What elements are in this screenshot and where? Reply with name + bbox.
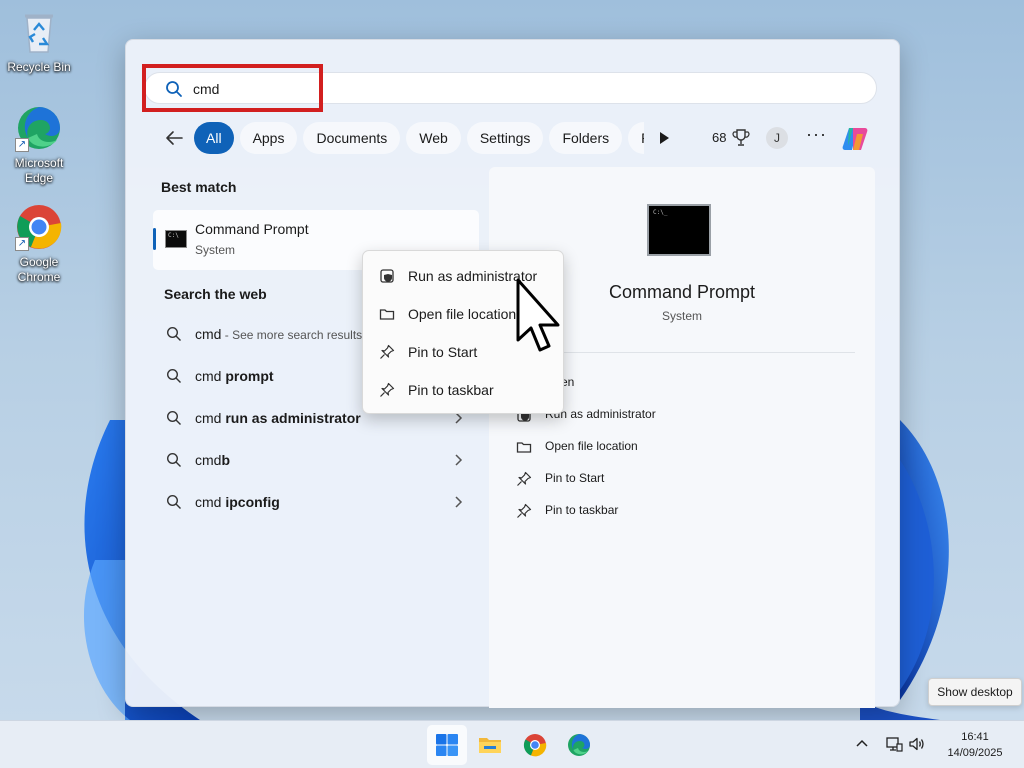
desktop-icon-google-chrome[interactable]: ↗ Google Chrome — [3, 203, 75, 285]
context-item-run-as-administrator[interactable]: Run as administrator — [367, 259, 561, 293]
more-options-icon[interactable]: ··· — [806, 124, 827, 145]
context-item-pin-to-start[interactable]: Pin to Start — [367, 335, 561, 369]
rewards-trophy-icon[interactable] — [732, 128, 750, 148]
chevron-right-icon — [455, 454, 463, 466]
rewards-points: 68 — [712, 130, 727, 145]
clock-time: 16:41 — [961, 731, 989, 743]
recycle-bin-icon — [15, 8, 63, 56]
recycle-bin-label: Recycle Bin — [7, 60, 71, 74]
context-menu: Run as administrator Open file location … — [362, 250, 564, 414]
web-result-text: cmd — [195, 410, 226, 426]
taskbar-edge[interactable] — [559, 725, 599, 765]
network-icon[interactable] — [885, 735, 903, 753]
preview-action-pin-to-taskbar[interactable]: Pin to taskbar — [516, 500, 816, 522]
pin-icon — [517, 503, 532, 518]
back-arrow-icon[interactable] — [162, 126, 186, 150]
search-the-web-heading: Search the web — [164, 286, 267, 302]
show-desktop-tooltip: Show desktop — [928, 678, 1022, 706]
avatar[interactable]: J — [766, 127, 788, 149]
taskbar-chrome[interactable] — [515, 725, 555, 765]
chevron-right-icon — [455, 496, 463, 508]
web-result-suggestion: prompt — [225, 368, 274, 384]
tab-documents[interactable]: Documents — [303, 122, 401, 154]
command-prompt-large-icon: C:\_ — [647, 204, 711, 256]
chrome-icon: ↗ — [15, 203, 63, 251]
selection-indicator — [153, 228, 156, 250]
web-result-text: cmd — [195, 368, 226, 384]
search-icon — [166, 368, 181, 383]
start-button[interactable] — [427, 725, 467, 765]
clock-date: 14/09/2025 — [947, 747, 1003, 759]
search-icon — [166, 452, 181, 467]
tab-web[interactable]: Web — [406, 122, 461, 154]
preview-action-open-file-location[interactable]: Open file location — [516, 436, 816, 458]
search-box[interactable] — [144, 72, 877, 104]
file-explorer-icon — [479, 738, 501, 753]
search-icon — [166, 326, 181, 341]
search-icon — [166, 494, 181, 509]
web-result-item[interactable]: cmd ipconfig — [166, 491, 466, 515]
best-match-subtitle: System — [195, 243, 236, 257]
desktop-icon-microsoft-edge[interactable]: ↗ Microsoft Edge — [3, 104, 75, 186]
taskbar-clock[interactable]: 16:41 14/09/2025 — [935, 729, 1015, 761]
context-item-label: Open file location — [408, 306, 517, 322]
tab-settings[interactable]: Settings — [466, 122, 544, 154]
google-chrome-label: Google Chrome — [17, 255, 61, 284]
web-result-text: cmd — [195, 494, 226, 510]
microsoft-edge-label: Microsoft Edge — [14, 156, 64, 185]
web-result-suggestion: b — [221, 452, 231, 468]
tab-folders[interactable]: Folders — [549, 122, 623, 154]
filter-row: AllAppsDocumentsWebSettingsFolders Pho 68… — [156, 122, 876, 154]
search-icon — [166, 81, 182, 97]
best-match-heading: Best match — [161, 179, 237, 195]
context-item-label: Run as administrator — [408, 268, 538, 284]
best-match-title: Command Prompt — [195, 221, 309, 237]
context-item-pin-to-taskbar[interactable]: Pin to taskbar — [367, 373, 561, 407]
filter-tabs: AllAppsDocumentsWebSettingsFolders Pho — [194, 122, 644, 154]
shield-icon — [380, 269, 394, 283]
search-icon — [166, 410, 181, 425]
shortcut-arrow-icon: ↗ — [15, 138, 29, 152]
copilot-icon[interactable] — [840, 124, 870, 154]
context-item-label: Pin to Start — [408, 344, 478, 360]
windows-logo-icon — [436, 734, 458, 756]
command-prompt-icon: C:\ — [165, 230, 187, 248]
folder-icon — [516, 442, 532, 453]
desktop-icon-recycle-bin[interactable]: Recycle Bin — [3, 8, 75, 75]
preview-action-label: Pin to Start — [545, 471, 605, 485]
preview-action-label: Open file location — [545, 439, 638, 453]
preview-action-label: Pin to taskbar — [545, 503, 619, 517]
web-result-suggestion: ipconfig — [225, 494, 280, 510]
web-result-item[interactable]: cmdb — [166, 449, 466, 473]
folder-icon — [379, 309, 395, 320]
tab-photos[interactable]: Pho — [628, 122, 644, 154]
context-item-label: Pin to taskbar — [408, 382, 494, 398]
preview-action-pin-to-start[interactable]: Pin to Start — [516, 468, 816, 490]
web-result-hint: - See more search results — [221, 328, 363, 342]
pin-icon — [517, 471, 532, 486]
search-input[interactable] — [193, 77, 693, 101]
chevron-up-icon[interactable] — [853, 735, 871, 753]
edge-icon — [568, 734, 590, 756]
pin-icon — [380, 382, 395, 397]
scroll-tabs-right-icon[interactable] — [656, 130, 672, 146]
context-item-open-file-location[interactable]: Open file location — [367, 297, 561, 331]
shortcut-arrow-icon: ↗ — [15, 237, 29, 251]
tab-apps[interactable]: Apps — [239, 122, 298, 154]
web-result-text: cmd — [195, 452, 222, 468]
tab-all[interactable]: All — [194, 122, 234, 154]
web-result-suggestion: run as administrator — [225, 410, 361, 426]
preview-pane: C:\_ Command Prompt System Open Run as a… — [489, 167, 875, 708]
chrome-icon — [523, 734, 547, 757]
edge-icon: ↗ — [15, 104, 63, 152]
volume-icon[interactable] — [908, 735, 926, 753]
pin-icon — [380, 344, 395, 359]
taskbar-file-explorer[interactable] — [470, 725, 510, 765]
taskbar: 16:41 14/09/2025 — [0, 720, 1024, 768]
web-result-text: cmd — [195, 326, 222, 342]
